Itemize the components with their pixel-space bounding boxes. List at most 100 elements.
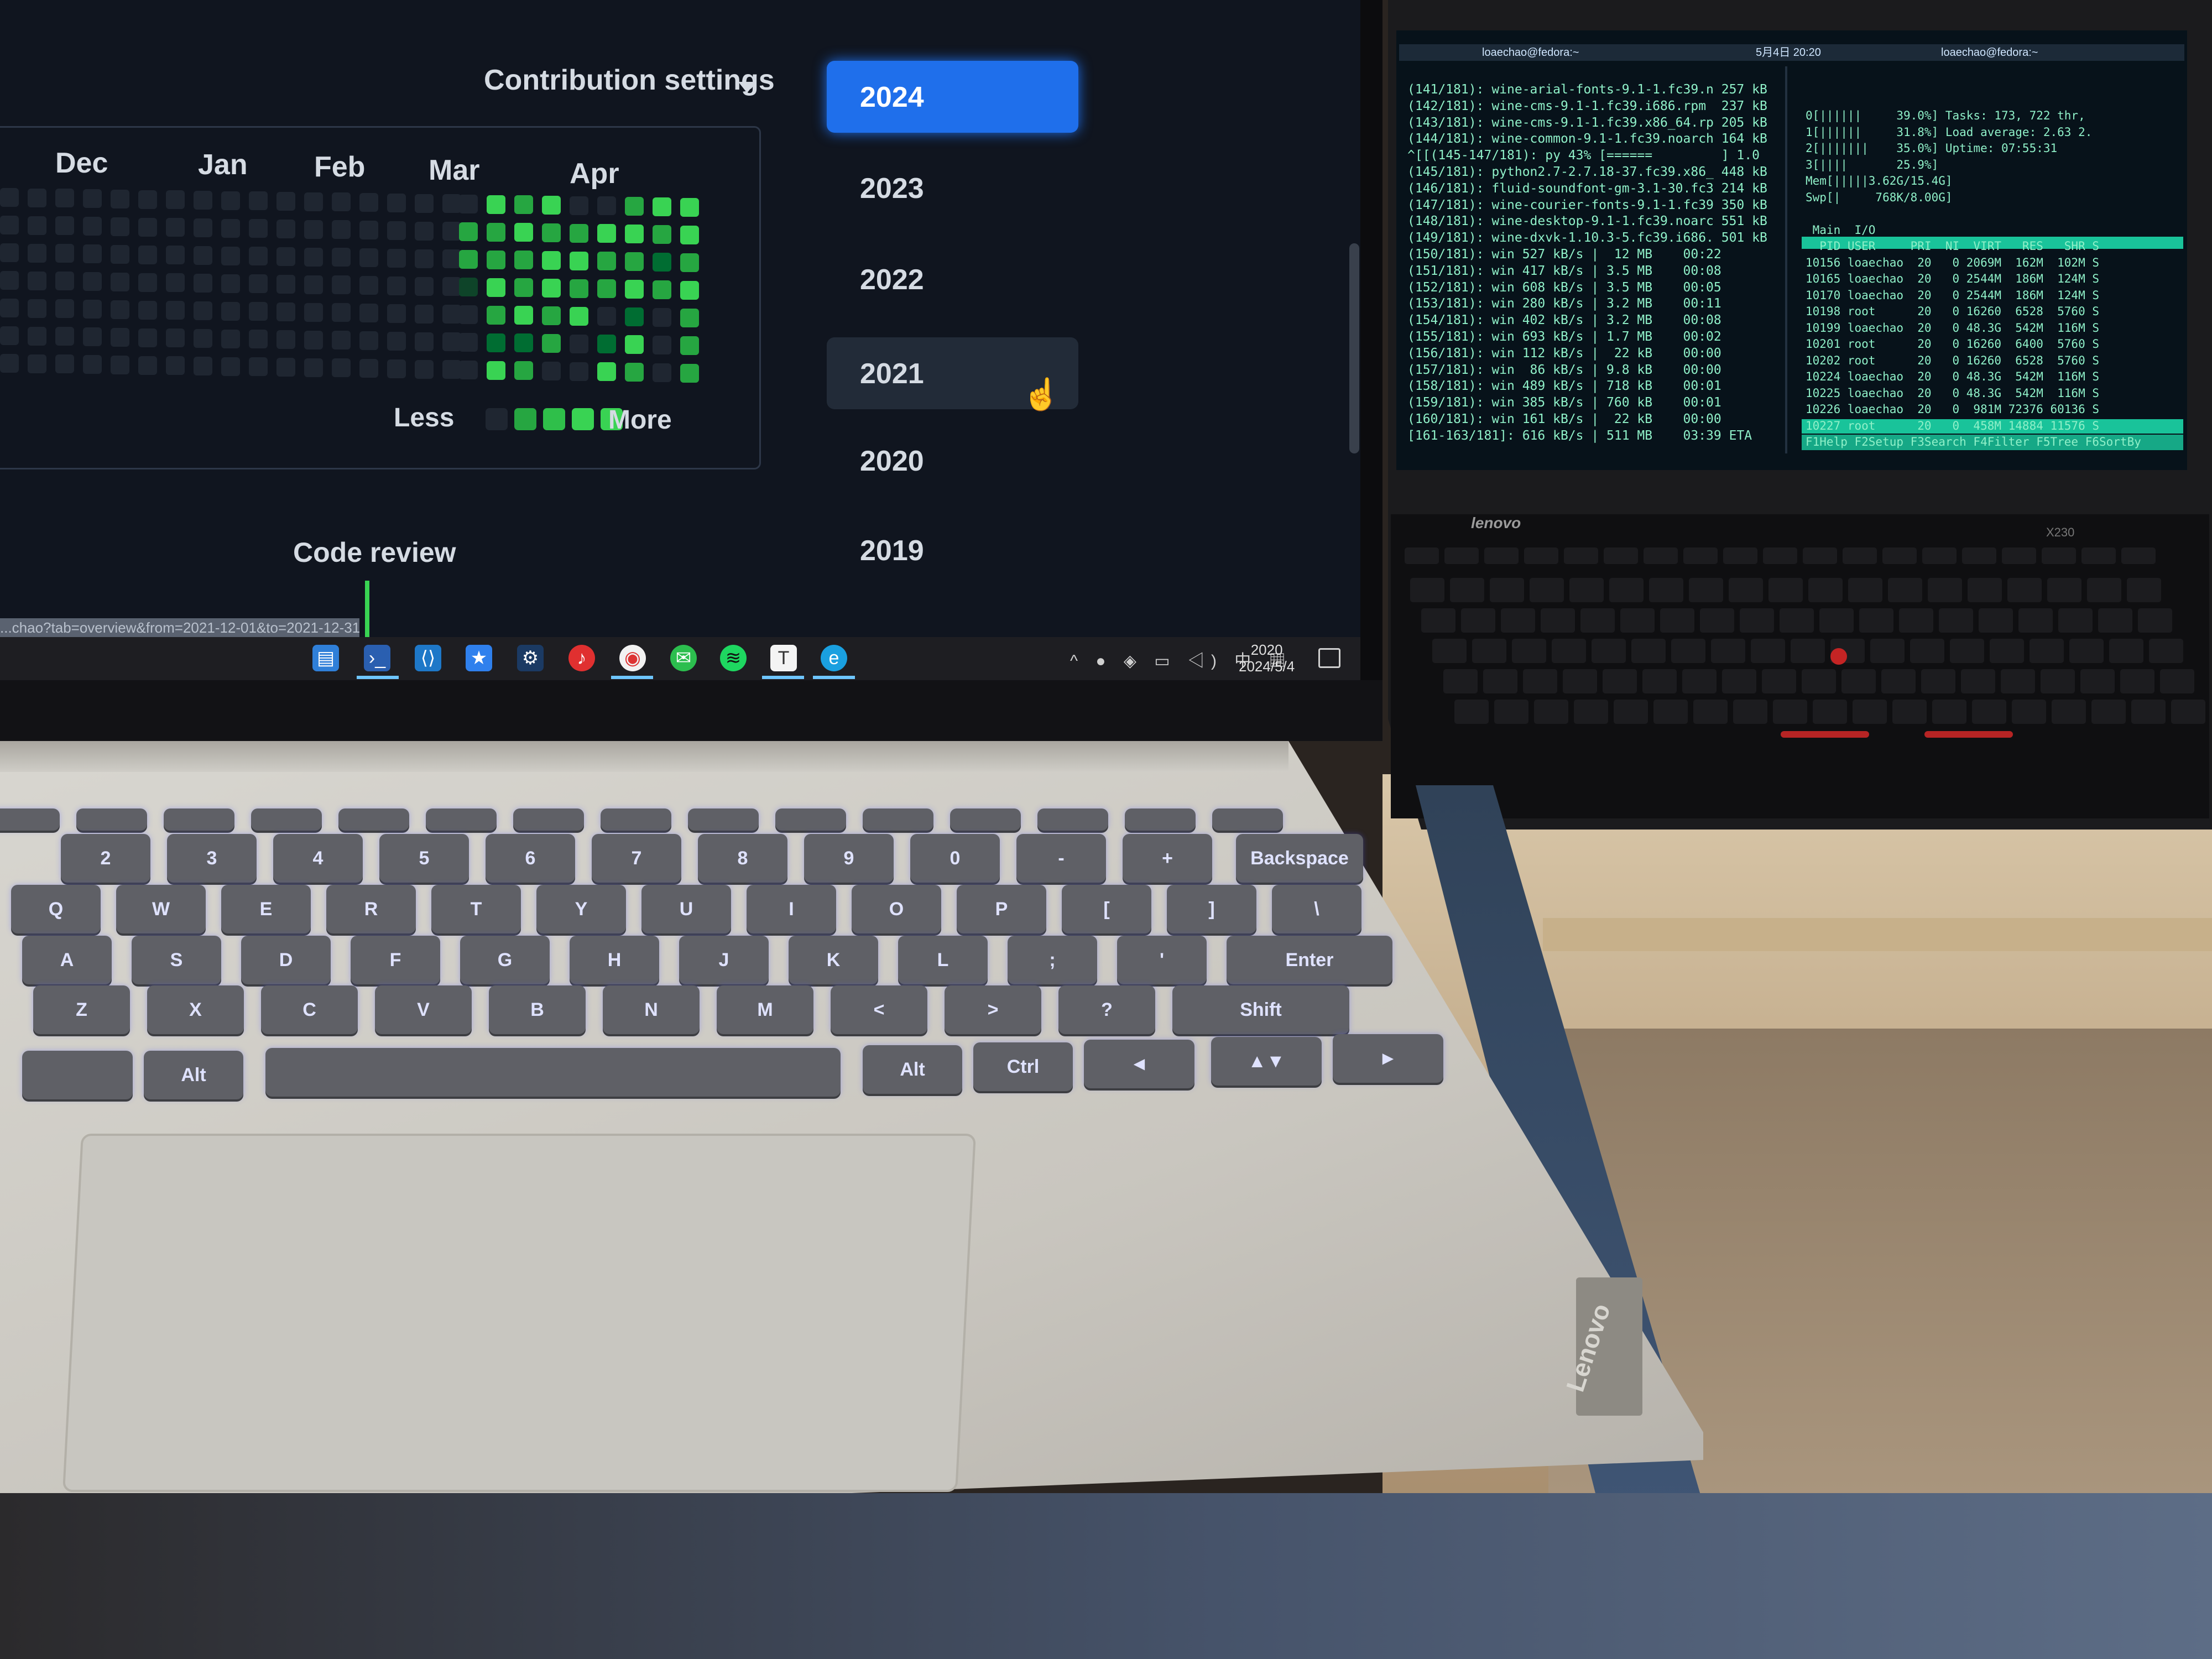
thinkpad-key[interactable] <box>1563 669 1597 693</box>
contribution-day[interactable] <box>55 272 74 291</box>
contribution-day[interactable] <box>442 222 461 241</box>
contribution-day[interactable] <box>487 305 505 325</box>
thinkpad-key[interactable] <box>1803 547 1837 564</box>
contribution-day[interactable] <box>83 272 102 291</box>
touchpad[interactable] <box>62 1134 976 1492</box>
keyboard-key[interactable] <box>1037 808 1108 831</box>
contribution-day[interactable] <box>276 302 295 321</box>
netease-music-icon[interactable]: ♪ <box>568 645 595 671</box>
contribution-day[interactable] <box>111 217 129 236</box>
contribution-day[interactable] <box>625 225 644 244</box>
contribution-day[interactable] <box>194 218 212 237</box>
thinkpad-key[interactable] <box>1773 700 1807 724</box>
thinkpad-key[interactable] <box>2127 578 2161 602</box>
keyboard-key[interactable]: A <box>22 936 112 984</box>
contribution-day[interactable] <box>459 332 478 352</box>
contribution-day[interactable] <box>442 332 461 352</box>
keyboard-key[interactable]: B <box>489 985 586 1034</box>
keyboard-key[interactable]: Backspace <box>1236 834 1363 883</box>
thinkpad-key[interactable] <box>1928 578 1962 602</box>
contribution-day[interactable] <box>276 192 295 211</box>
thinkpad-key[interactable] <box>1541 608 1575 633</box>
contribution-day[interactable] <box>680 363 699 383</box>
contribution-day[interactable] <box>487 222 505 242</box>
contribution-day[interactable] <box>680 280 699 300</box>
contribution-day[interactable] <box>570 251 588 270</box>
contribution-day[interactable] <box>194 190 212 210</box>
keyboard-key[interactable]: 2 <box>61 834 150 883</box>
contribution-day[interactable] <box>28 354 46 373</box>
keyboard-key[interactable]: 8 <box>698 834 787 883</box>
contribution-day[interactable] <box>653 280 671 299</box>
keyboard-key[interactable]: Enter <box>1227 936 1392 984</box>
thinkpad-key[interactable] <box>1853 700 1887 724</box>
thinkpad-key[interactable] <box>1660 608 1694 633</box>
file-explorer-icon[interactable]: ▤ <box>312 645 339 671</box>
contribution-day[interactable] <box>415 249 434 268</box>
contribution-day[interactable] <box>276 330 295 349</box>
thinkpad-key[interactable] <box>1961 669 1995 693</box>
thinkpad-key[interactable] <box>1524 547 1558 564</box>
thinkpad-key[interactable] <box>2087 578 2121 602</box>
caret-down-icon[interactable] <box>738 82 756 93</box>
thinkpad-key[interactable] <box>1649 578 1683 602</box>
keyboard-key[interactable] <box>950 808 1021 831</box>
contribution-day[interactable] <box>0 216 19 234</box>
contribution-day[interactable] <box>359 276 378 295</box>
contribution-day[interactable] <box>514 306 533 325</box>
thinkpad-key[interactable] <box>1534 700 1568 724</box>
contribution-day[interactable] <box>138 217 157 237</box>
keyboard-key[interactable]: S <box>132 936 221 984</box>
thinkpad-key[interactable] <box>1921 669 1955 693</box>
wechat-icon[interactable]: ✉ <box>670 645 697 671</box>
thinkpad-key[interactable] <box>1979 608 2013 633</box>
contribution-day[interactable] <box>542 362 561 380</box>
contribution-day[interactable] <box>415 276 434 296</box>
thinkpad-key[interactable] <box>1899 608 1933 633</box>
thinkpad-key[interactable] <box>1763 547 1797 564</box>
contribution-day[interactable] <box>442 249 461 269</box>
contribution-day[interactable] <box>625 363 644 382</box>
contribution-day[interactable] <box>653 363 671 382</box>
thinkpad-key[interactable] <box>1892 700 1927 724</box>
contribution-day[interactable] <box>304 192 323 211</box>
thinkpad-key[interactable] <box>1653 700 1688 724</box>
thinkpad-key[interactable] <box>1405 547 1439 564</box>
thinkpad-key[interactable] <box>1733 700 1767 724</box>
keyboard-key[interactable] <box>1125 808 1196 831</box>
contribution-day[interactable] <box>625 280 644 299</box>
thinkpad-key[interactable] <box>1689 578 1723 602</box>
thinkpad-key[interactable] <box>1922 547 1957 564</box>
contribution-day[interactable] <box>83 217 102 236</box>
contribution-day[interactable] <box>332 192 351 212</box>
keyboard-key[interactable]: V <box>375 985 472 1034</box>
contribution-day[interactable] <box>680 197 699 217</box>
contribution-day[interactable] <box>28 188 46 207</box>
thinkpad-key[interactable] <box>2171 700 2205 724</box>
contribution-day[interactable] <box>514 333 533 353</box>
contribution-day[interactable] <box>487 278 505 297</box>
thinkpad-key[interactable] <box>2007 578 2042 602</box>
contribution-day[interactable] <box>166 301 185 320</box>
page-scrollbar[interactable] <box>1349 243 1359 453</box>
contribution-day[interactable] <box>625 335 644 354</box>
contribution-day[interactable] <box>28 271 46 290</box>
contribution-day[interactable] <box>653 252 671 272</box>
contribution-day[interactable] <box>249 247 268 266</box>
contribution-day[interactable] <box>83 244 102 264</box>
trackpoint[interactable] <box>1830 648 1847 665</box>
thinkpad-key[interactable] <box>1421 608 1455 633</box>
thinkpad-key[interactable] <box>1484 547 1519 564</box>
contribution-day[interactable] <box>332 358 351 378</box>
thinkpad-key[interactable] <box>1722 669 1756 693</box>
keyboard-key[interactable]: Q <box>11 885 101 933</box>
keyboard-key[interactable]: L <box>898 936 988 984</box>
thinkpad-key[interactable] <box>1671 639 1705 663</box>
contribution-day[interactable] <box>387 248 406 268</box>
contribution-settings-dropdown[interactable]: Contribution settings <box>484 64 775 97</box>
contribution-day[interactable] <box>653 197 671 216</box>
thinkpad-key[interactable] <box>1939 608 1973 633</box>
contribution-day[interactable] <box>415 359 434 379</box>
contribution-day[interactable] <box>55 244 74 263</box>
keyboard-key[interactable]: ► <box>1333 1034 1443 1083</box>
